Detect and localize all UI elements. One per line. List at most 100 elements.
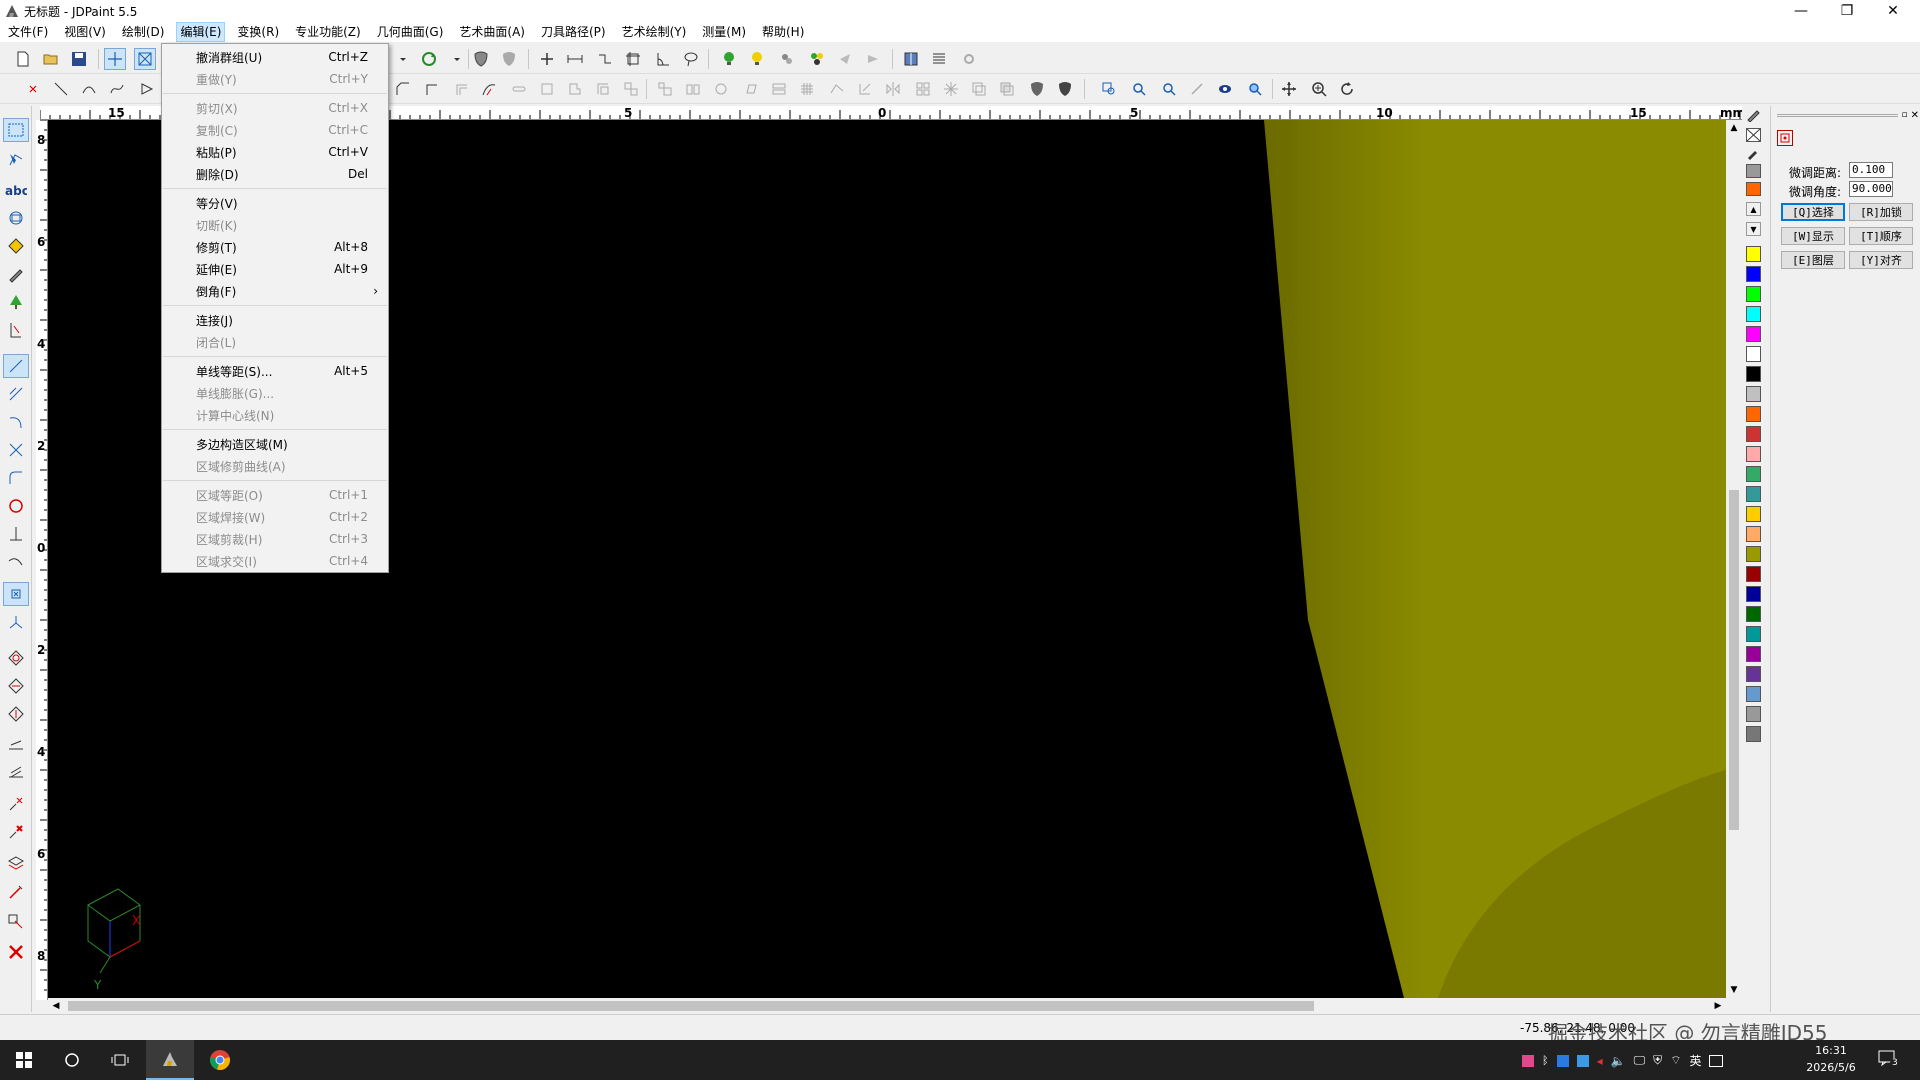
frame-icon[interactable] xyxy=(622,48,644,70)
align-gray-2-icon[interactable] xyxy=(682,78,704,100)
region-gray-1-icon[interactable] xyxy=(536,78,558,100)
transform-cube-icon[interactable] xyxy=(3,206,29,230)
tangent-arc-icon[interactable] xyxy=(3,550,29,574)
menu-transform[interactable]: 变换(R) xyxy=(233,22,283,42)
yellow-diamond-icon[interactable] xyxy=(3,234,29,258)
vertical-scrollbar[interactable]: ▲ ▼ xyxy=(1726,120,1742,998)
panel-close-icon[interactable]: ✕ xyxy=(1911,110,1919,121)
zoom-in-icon[interactable] xyxy=(1128,78,1150,100)
green-bulb-icon[interactable] xyxy=(718,48,740,70)
menu-view[interactable]: 视图(V) xyxy=(60,22,110,42)
windows-start-icon[interactable] xyxy=(0,1040,48,1080)
volume-icon[interactable]: 🔈 xyxy=(1611,1054,1626,1068)
trim-tool-icon[interactable] xyxy=(3,438,29,462)
chrome-icon[interactable] xyxy=(196,1040,244,1080)
refresh-shape-icon[interactable] xyxy=(418,48,440,70)
menu-toolpath[interactable]: 刀具路径(P) xyxy=(537,22,610,42)
scroll-thumb[interactable] xyxy=(1729,490,1739,830)
skew-gray-icon[interactable] xyxy=(740,78,762,100)
menu-item[interactable]: 删除(D) Del xyxy=(162,163,388,185)
color-swatch[interactable] xyxy=(1746,526,1761,542)
zoom-realtime-icon[interactable] xyxy=(1308,78,1330,100)
menu-professional[interactable]: 专业功能(Z) xyxy=(291,22,365,42)
view-eye-icon[interactable] xyxy=(1214,78,1236,100)
scroll-up-icon[interactable]: ▲ xyxy=(1726,120,1742,136)
tray-app-4-icon[interactable]: ◂ xyxy=(1597,1054,1603,1068)
multi-bulb-icon[interactable] xyxy=(806,48,828,70)
shield-filled-icon[interactable] xyxy=(498,48,520,70)
select-box-icon[interactable] xyxy=(134,48,156,70)
color-swatch[interactable] xyxy=(1746,326,1761,342)
menu-draw[interactable]: 绘制(D) xyxy=(118,22,169,42)
clock[interactable]: 16:31 2026/5/6 xyxy=(1796,1042,1866,1076)
color-swatch[interactable] xyxy=(1746,546,1761,562)
search-circle-icon[interactable] xyxy=(48,1040,96,1080)
grid-gray-icon[interactable] xyxy=(796,78,818,100)
rotate-gray-icon[interactable] xyxy=(710,78,732,100)
color-swatch[interactable] xyxy=(1746,466,1761,482)
mirror-gray-icon[interactable] xyxy=(882,78,904,100)
layers-gray-2-icon[interactable] xyxy=(996,78,1018,100)
zoom-all-icon[interactable] xyxy=(1244,78,1266,100)
tray-app-icon[interactable] xyxy=(1522,1054,1534,1067)
align-gray-1-icon[interactable] xyxy=(654,78,676,100)
array-gray-icon[interactable] xyxy=(912,78,934,100)
menu-item[interactable]: 等分(V) xyxy=(162,192,388,214)
star-gray-icon[interactable] xyxy=(940,78,962,100)
text-abc-icon[interactable]: abc xyxy=(3,178,29,202)
menu-item[interactable]: 修剪(T) Alt+8 xyxy=(162,236,388,258)
pan-icon[interactable] xyxy=(1278,78,1300,100)
surface-3-icon[interactable] xyxy=(3,702,29,726)
close-red-icon[interactable] xyxy=(22,78,44,100)
layer-stack-icon[interactable] xyxy=(3,852,29,876)
point-plus-icon[interactable] xyxy=(536,48,558,70)
scroll-thumb[interactable] xyxy=(68,1001,1314,1011)
node-cross-icon[interactable] xyxy=(3,792,29,816)
shield-icon[interactable] xyxy=(470,48,492,70)
scroll-down-icon[interactable]: ▼ xyxy=(1726,982,1742,998)
horizontal-scrollbar[interactable]: ◀ ▶ xyxy=(48,998,1726,1014)
color-swatch[interactable] xyxy=(1746,446,1761,462)
shift-tool-icon[interactable] xyxy=(3,910,29,934)
ime-indicator[interactable]: 英 xyxy=(1689,1052,1701,1069)
color-swatch[interactable] xyxy=(1746,426,1761,442)
arc-tool-icon[interactable] xyxy=(3,410,29,434)
nudge-tool-icon[interactable] xyxy=(1777,130,1793,146)
color-swatch[interactable] xyxy=(1746,386,1761,402)
color-swatch[interactable] xyxy=(1746,246,1761,262)
menu-edit[interactable]: 编辑(E) xyxy=(176,22,226,42)
minimize-button[interactable]: — xyxy=(1778,0,1824,22)
color-swatch[interactable] xyxy=(1746,566,1761,582)
tray-app-2-icon[interactable] xyxy=(1556,1054,1569,1067)
save-icon[interactable] xyxy=(68,48,90,70)
layer-lock-icon[interactable] xyxy=(776,48,798,70)
pen-icon[interactable] xyxy=(3,262,29,286)
slot-icon[interactable] xyxy=(508,78,530,100)
palette-scroll-down-icon[interactable]: ▼ xyxy=(1746,222,1761,236)
color-swatch[interactable] xyxy=(1746,306,1761,322)
scroll-right-icon[interactable]: ▶ xyxy=(1710,998,1726,1014)
region-gray-2-icon[interactable] xyxy=(564,78,586,100)
color-swatch[interactable] xyxy=(1746,346,1761,362)
task-view-icon[interactable] xyxy=(96,1040,144,1080)
pencil-red-icon[interactable] xyxy=(3,880,29,904)
menu-item[interactable]: 多边构造区域(M) xyxy=(162,433,388,455)
eyedropper-icon[interactable] xyxy=(1746,146,1761,160)
spline-icon[interactable] xyxy=(106,78,128,100)
multi-line-icon[interactable] xyxy=(3,382,29,406)
line-draw-icon[interactable] xyxy=(3,354,29,378)
lasso-icon[interactable] xyxy=(680,48,702,70)
palette-scroll-up-icon[interactable]: ▲ xyxy=(1746,202,1761,216)
zoom-out-icon[interactable] xyxy=(1158,78,1180,100)
menu-help[interactable]: 帮助(H) xyxy=(758,22,808,42)
region-gray-3-icon[interactable] xyxy=(592,78,614,100)
color-swatch[interactable] xyxy=(1746,726,1761,742)
zoom-window-icon[interactable] xyxy=(1098,78,1120,100)
snap-point-icon[interactable] xyxy=(3,582,29,606)
color-swatch[interactable] xyxy=(1746,606,1761,622)
no-color-icon[interactable] xyxy=(1746,128,1761,142)
open-folder-icon[interactable] xyxy=(40,48,62,70)
edge-tool-icon[interactable] xyxy=(3,732,29,756)
new-file-icon[interactable] xyxy=(12,48,34,70)
shield-outline-icon[interactable] xyxy=(1026,78,1048,100)
